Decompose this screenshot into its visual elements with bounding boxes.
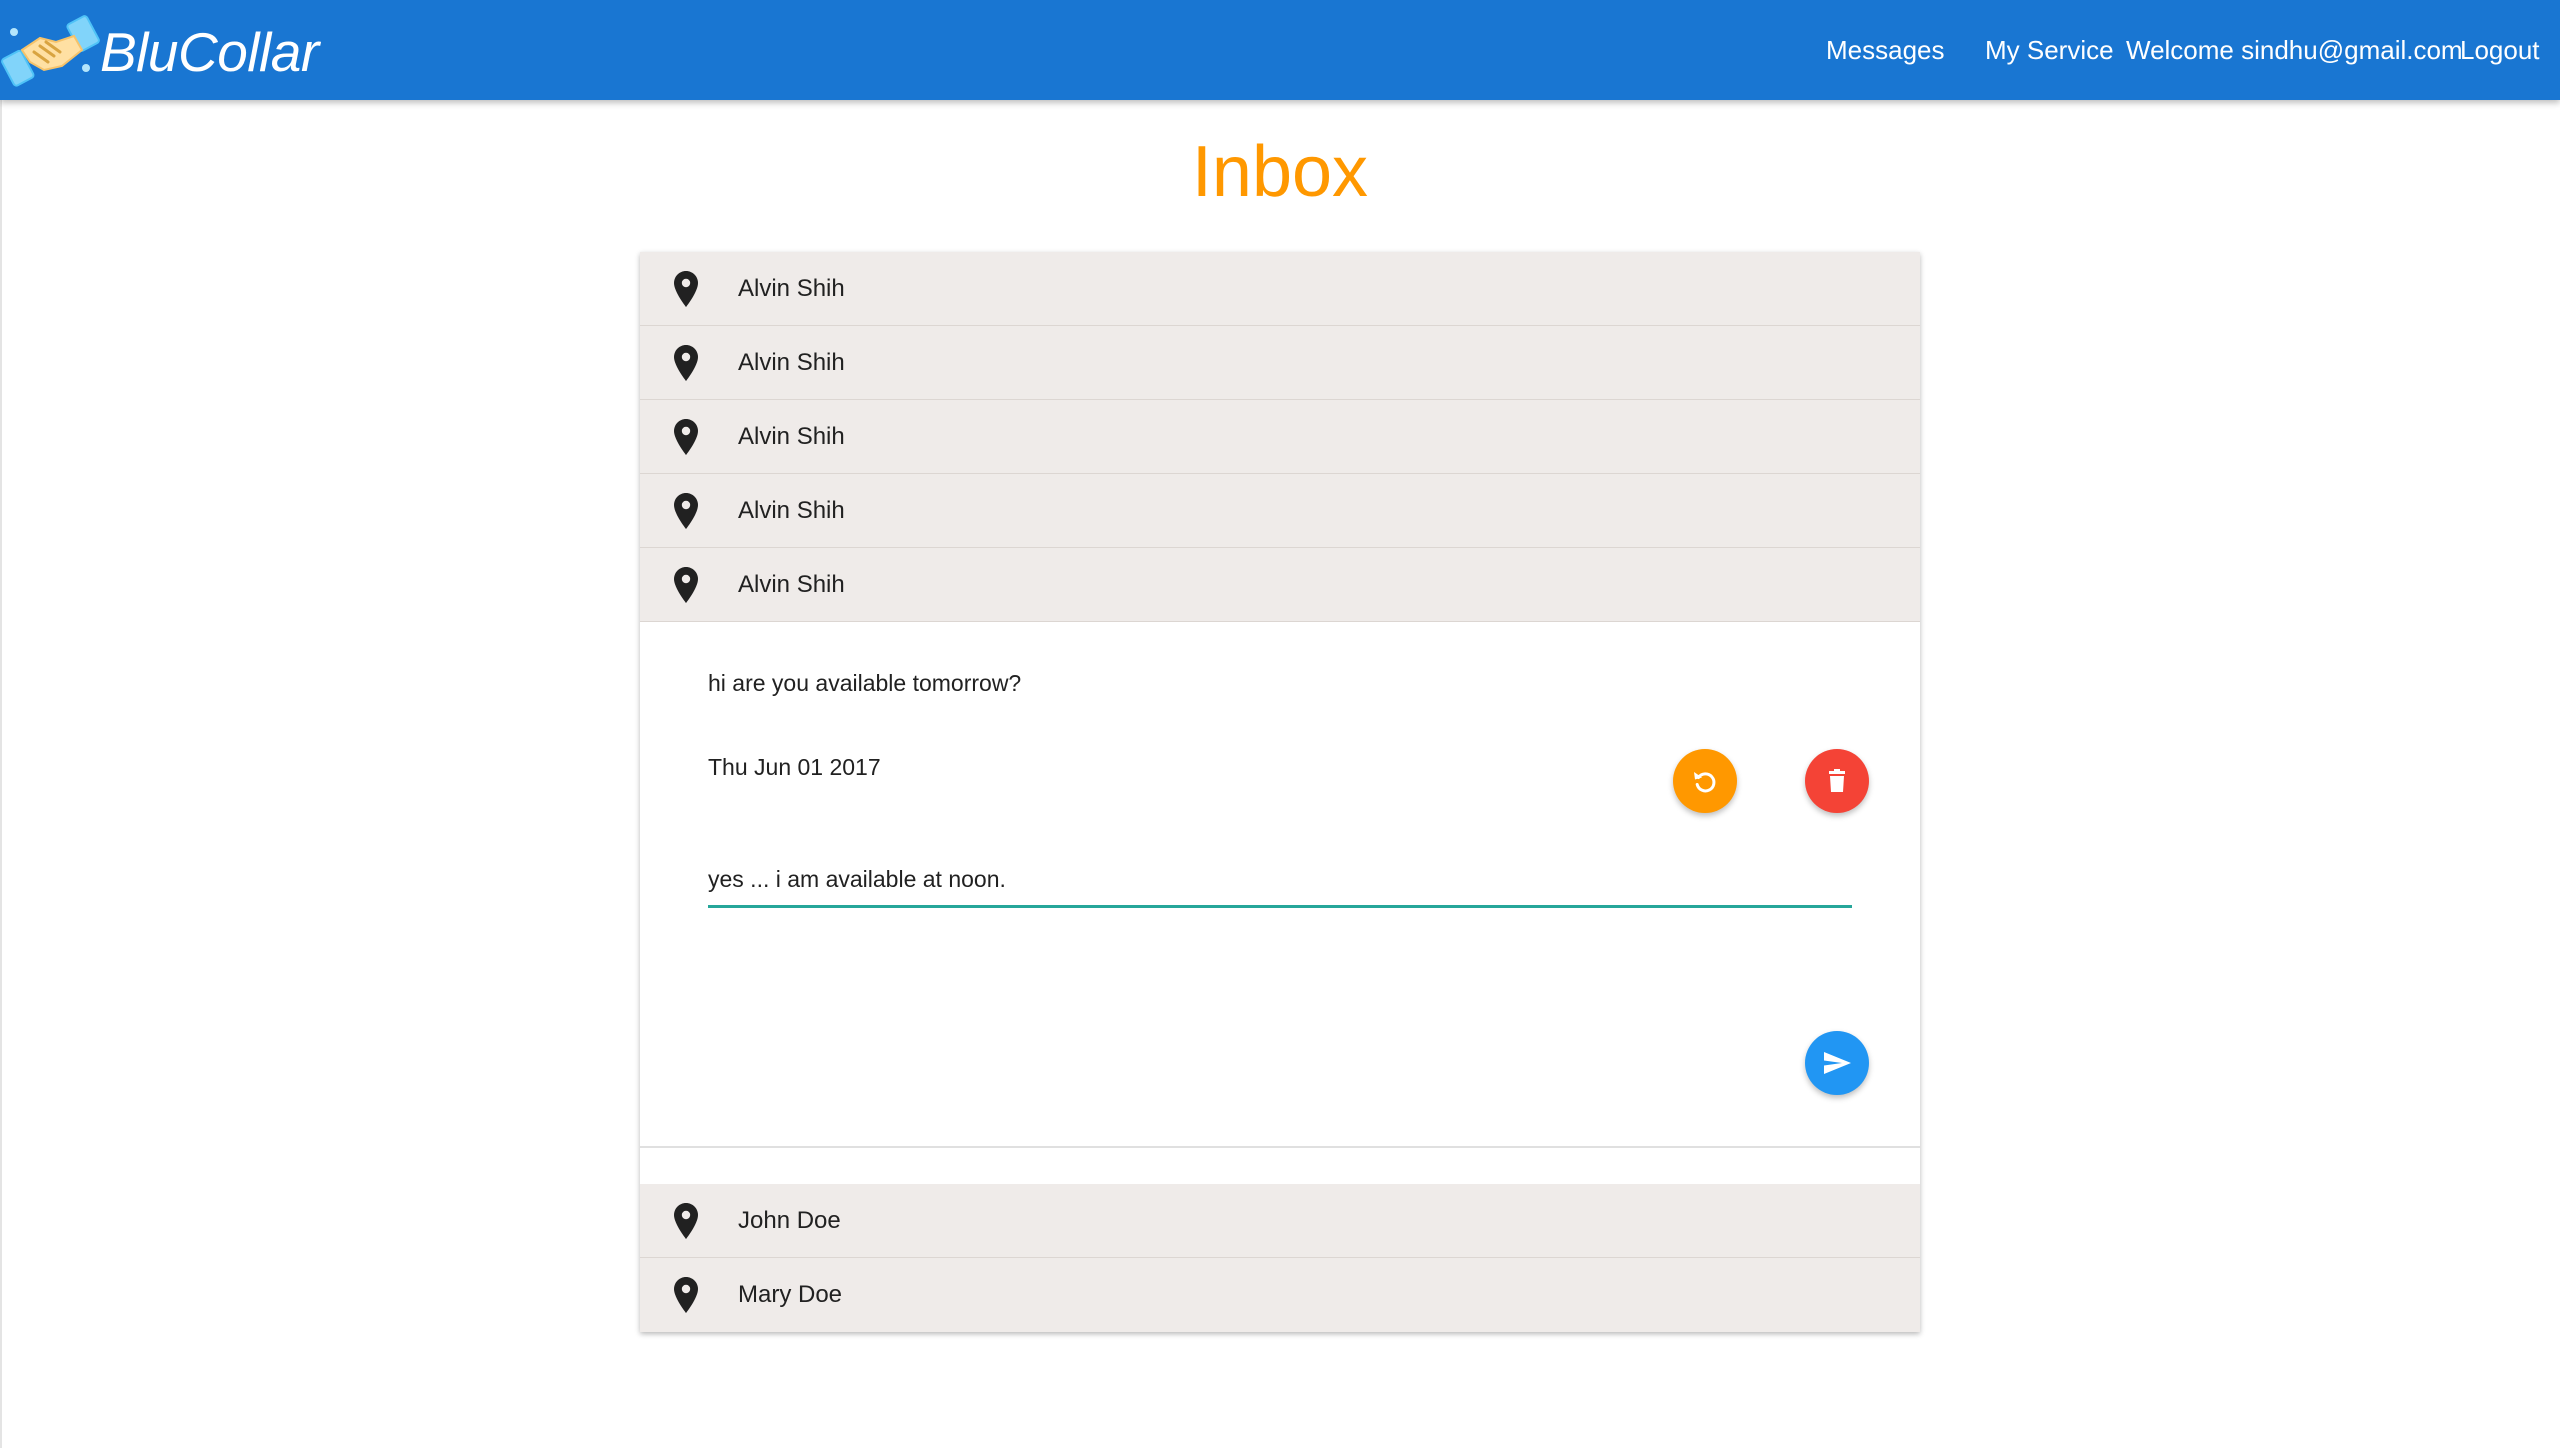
location-pin-icon xyxy=(674,419,698,455)
conversation-item[interactable]: Alvin Shih xyxy=(640,474,1920,548)
location-pin-icon xyxy=(674,271,698,307)
conversation-name: John Doe xyxy=(738,1207,841,1234)
conversation-item-expanded[interactable]: Alvin Shih xyxy=(640,548,1920,622)
conversation-item[interactable]: Alvin Shih xyxy=(640,326,1920,400)
message-panel: hi are you available tomorrow? Thu Jun 0… xyxy=(640,622,1920,1148)
location-pin-icon xyxy=(674,1203,698,1239)
conversation-name: Alvin Shih xyxy=(738,275,845,302)
message-date: Thu Jun 01 2017 xyxy=(708,754,881,780)
conversation-name: Alvin Shih xyxy=(738,423,845,450)
conversation-name: Alvin Shih xyxy=(738,349,845,376)
undo-icon xyxy=(1694,772,1716,793)
nav-messages-link[interactable]: Messages xyxy=(1826,30,1945,70)
conversation-item[interactable]: Alvin Shih xyxy=(640,400,1920,474)
conversation-name: Alvin Shih xyxy=(738,497,845,524)
send-button[interactable] xyxy=(1805,1031,1869,1095)
message-body: hi are you available tomorrow? xyxy=(708,670,1022,696)
conversation-name: Mary Doe xyxy=(738,1281,843,1308)
undo-button[interactable] xyxy=(1673,749,1737,813)
trash-icon xyxy=(1829,769,1845,792)
reply-input[interactable] xyxy=(708,854,1852,908)
brand-name[interactable]: BluCollar xyxy=(100,22,319,82)
conversation-item[interactable]: Alvin Shih xyxy=(640,252,1920,326)
conversation-item[interactable]: John Doe xyxy=(640,1184,1920,1258)
nav-welcome-user[interactable]: Welcome sindhu@gmail.com xyxy=(2126,30,2463,70)
location-pin-icon xyxy=(674,493,698,529)
nav-logout-link[interactable]: Logout xyxy=(2460,30,2540,70)
page-title: Inbox xyxy=(1191,132,1369,212)
conversation-item[interactable]: Mary Doe xyxy=(640,1258,1920,1332)
location-pin-icon xyxy=(674,345,698,381)
location-pin-icon xyxy=(674,1277,698,1313)
handshake-logo-icon[interactable] xyxy=(0,6,100,94)
delete-button[interactable] xyxy=(1805,749,1869,813)
inbox-list: Alvin Shih Alvin Shih Alvin Shih Alvin S… xyxy=(640,252,1920,1332)
send-icon xyxy=(1824,1052,1851,1074)
app-bar: BluCollar Messages My Service Welcome si… xyxy=(0,0,2560,100)
nav-my-service-link[interactable]: My Service xyxy=(1985,30,2114,70)
conversation-name: Alvin Shih xyxy=(738,571,845,598)
location-pin-icon xyxy=(674,567,698,603)
left-divider xyxy=(0,100,2,1448)
